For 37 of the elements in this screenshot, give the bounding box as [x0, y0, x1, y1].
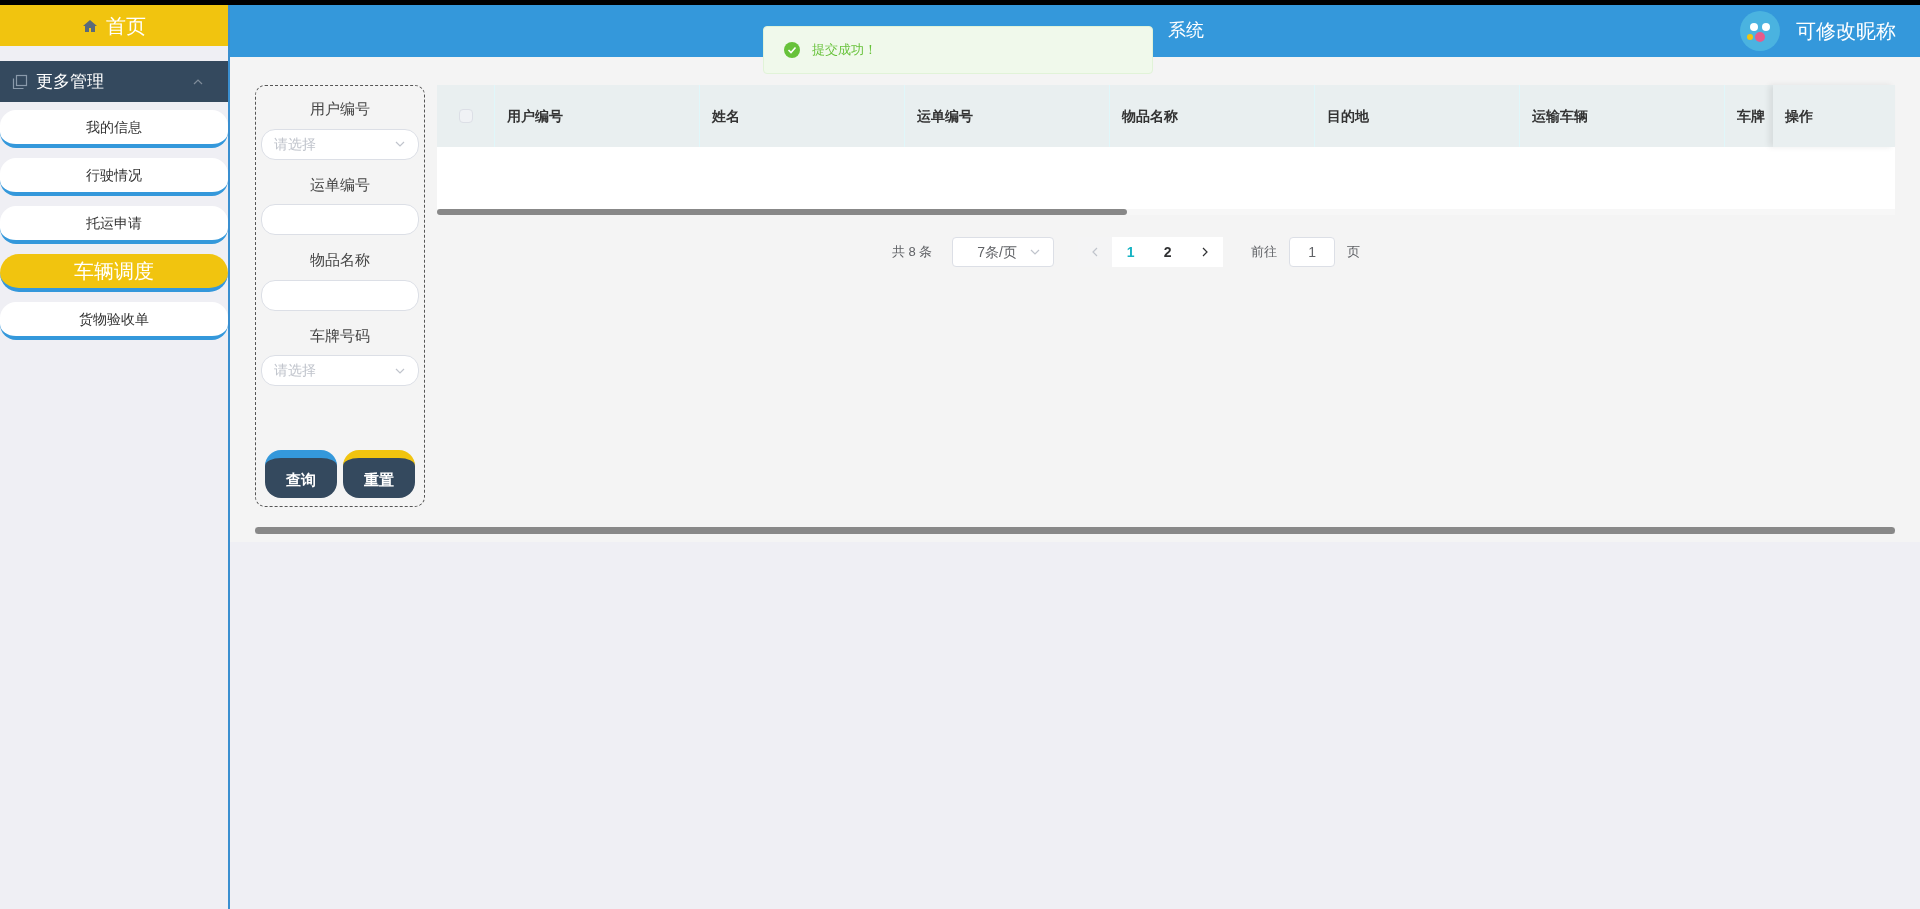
filter-label: 用户编号	[310, 99, 370, 119]
menu-item[interactable]: 货物验收单	[0, 302, 228, 340]
column-header: 运单编号	[917, 106, 973, 126]
next-page-button[interactable]	[1186, 237, 1224, 267]
column-header: 物品名称	[1122, 106, 1178, 126]
copy-icon	[12, 73, 28, 90]
column-header: 操作	[1785, 106, 1813, 126]
check-circle-icon	[784, 42, 800, 58]
input-field[interactable]	[261, 279, 419, 311]
menu-item[interactable]: 我的信息	[0, 110, 228, 148]
column-header: 车牌	[1737, 106, 1765, 126]
menu-item[interactable]: 行驶情况	[0, 158, 228, 196]
input-field[interactable]	[261, 204, 419, 235]
action-button[interactable]: 重置	[343, 450, 415, 498]
filter-label: 车牌号码	[310, 325, 370, 346]
total-count: 共 8 条	[891, 243, 933, 262]
filter-label: 运单编号	[310, 174, 370, 195]
scrollbar-thumb[interactable]	[255, 527, 1895, 534]
filter-label: 物品名称	[310, 250, 370, 270]
avatar-icon	[1740, 11, 1780, 51]
goto-label: 前往	[1251, 243, 1278, 262]
column-header: 运输车辆	[1532, 106, 1588, 126]
success-toast: 提交成功！	[763, 26, 1153, 74]
column-header: 用户编号	[507, 106, 563, 126]
scrollbar-thumb[interactable]	[437, 209, 1127, 215]
user-name: 可修改昵称	[1796, 19, 1896, 44]
page-button[interactable]: 2	[1149, 237, 1187, 267]
page-size-select[interactable]: 7条/页	[952, 237, 1055, 267]
action-button[interactable]: 查询	[265, 450, 337, 498]
column-header: 姓名	[712, 106, 740, 126]
column-header: 目的地	[1327, 106, 1369, 126]
menu-group-header[interactable]: 更多管理	[0, 61, 228, 102]
goto-suffix: 页	[1347, 243, 1361, 262]
goto-page-field[interactable]: 1	[1289, 237, 1336, 267]
home-icon	[82, 17, 98, 34]
menu-item[interactable]: 托运申请	[0, 206, 228, 244]
system-title: 系统	[1168, 19, 1204, 42]
